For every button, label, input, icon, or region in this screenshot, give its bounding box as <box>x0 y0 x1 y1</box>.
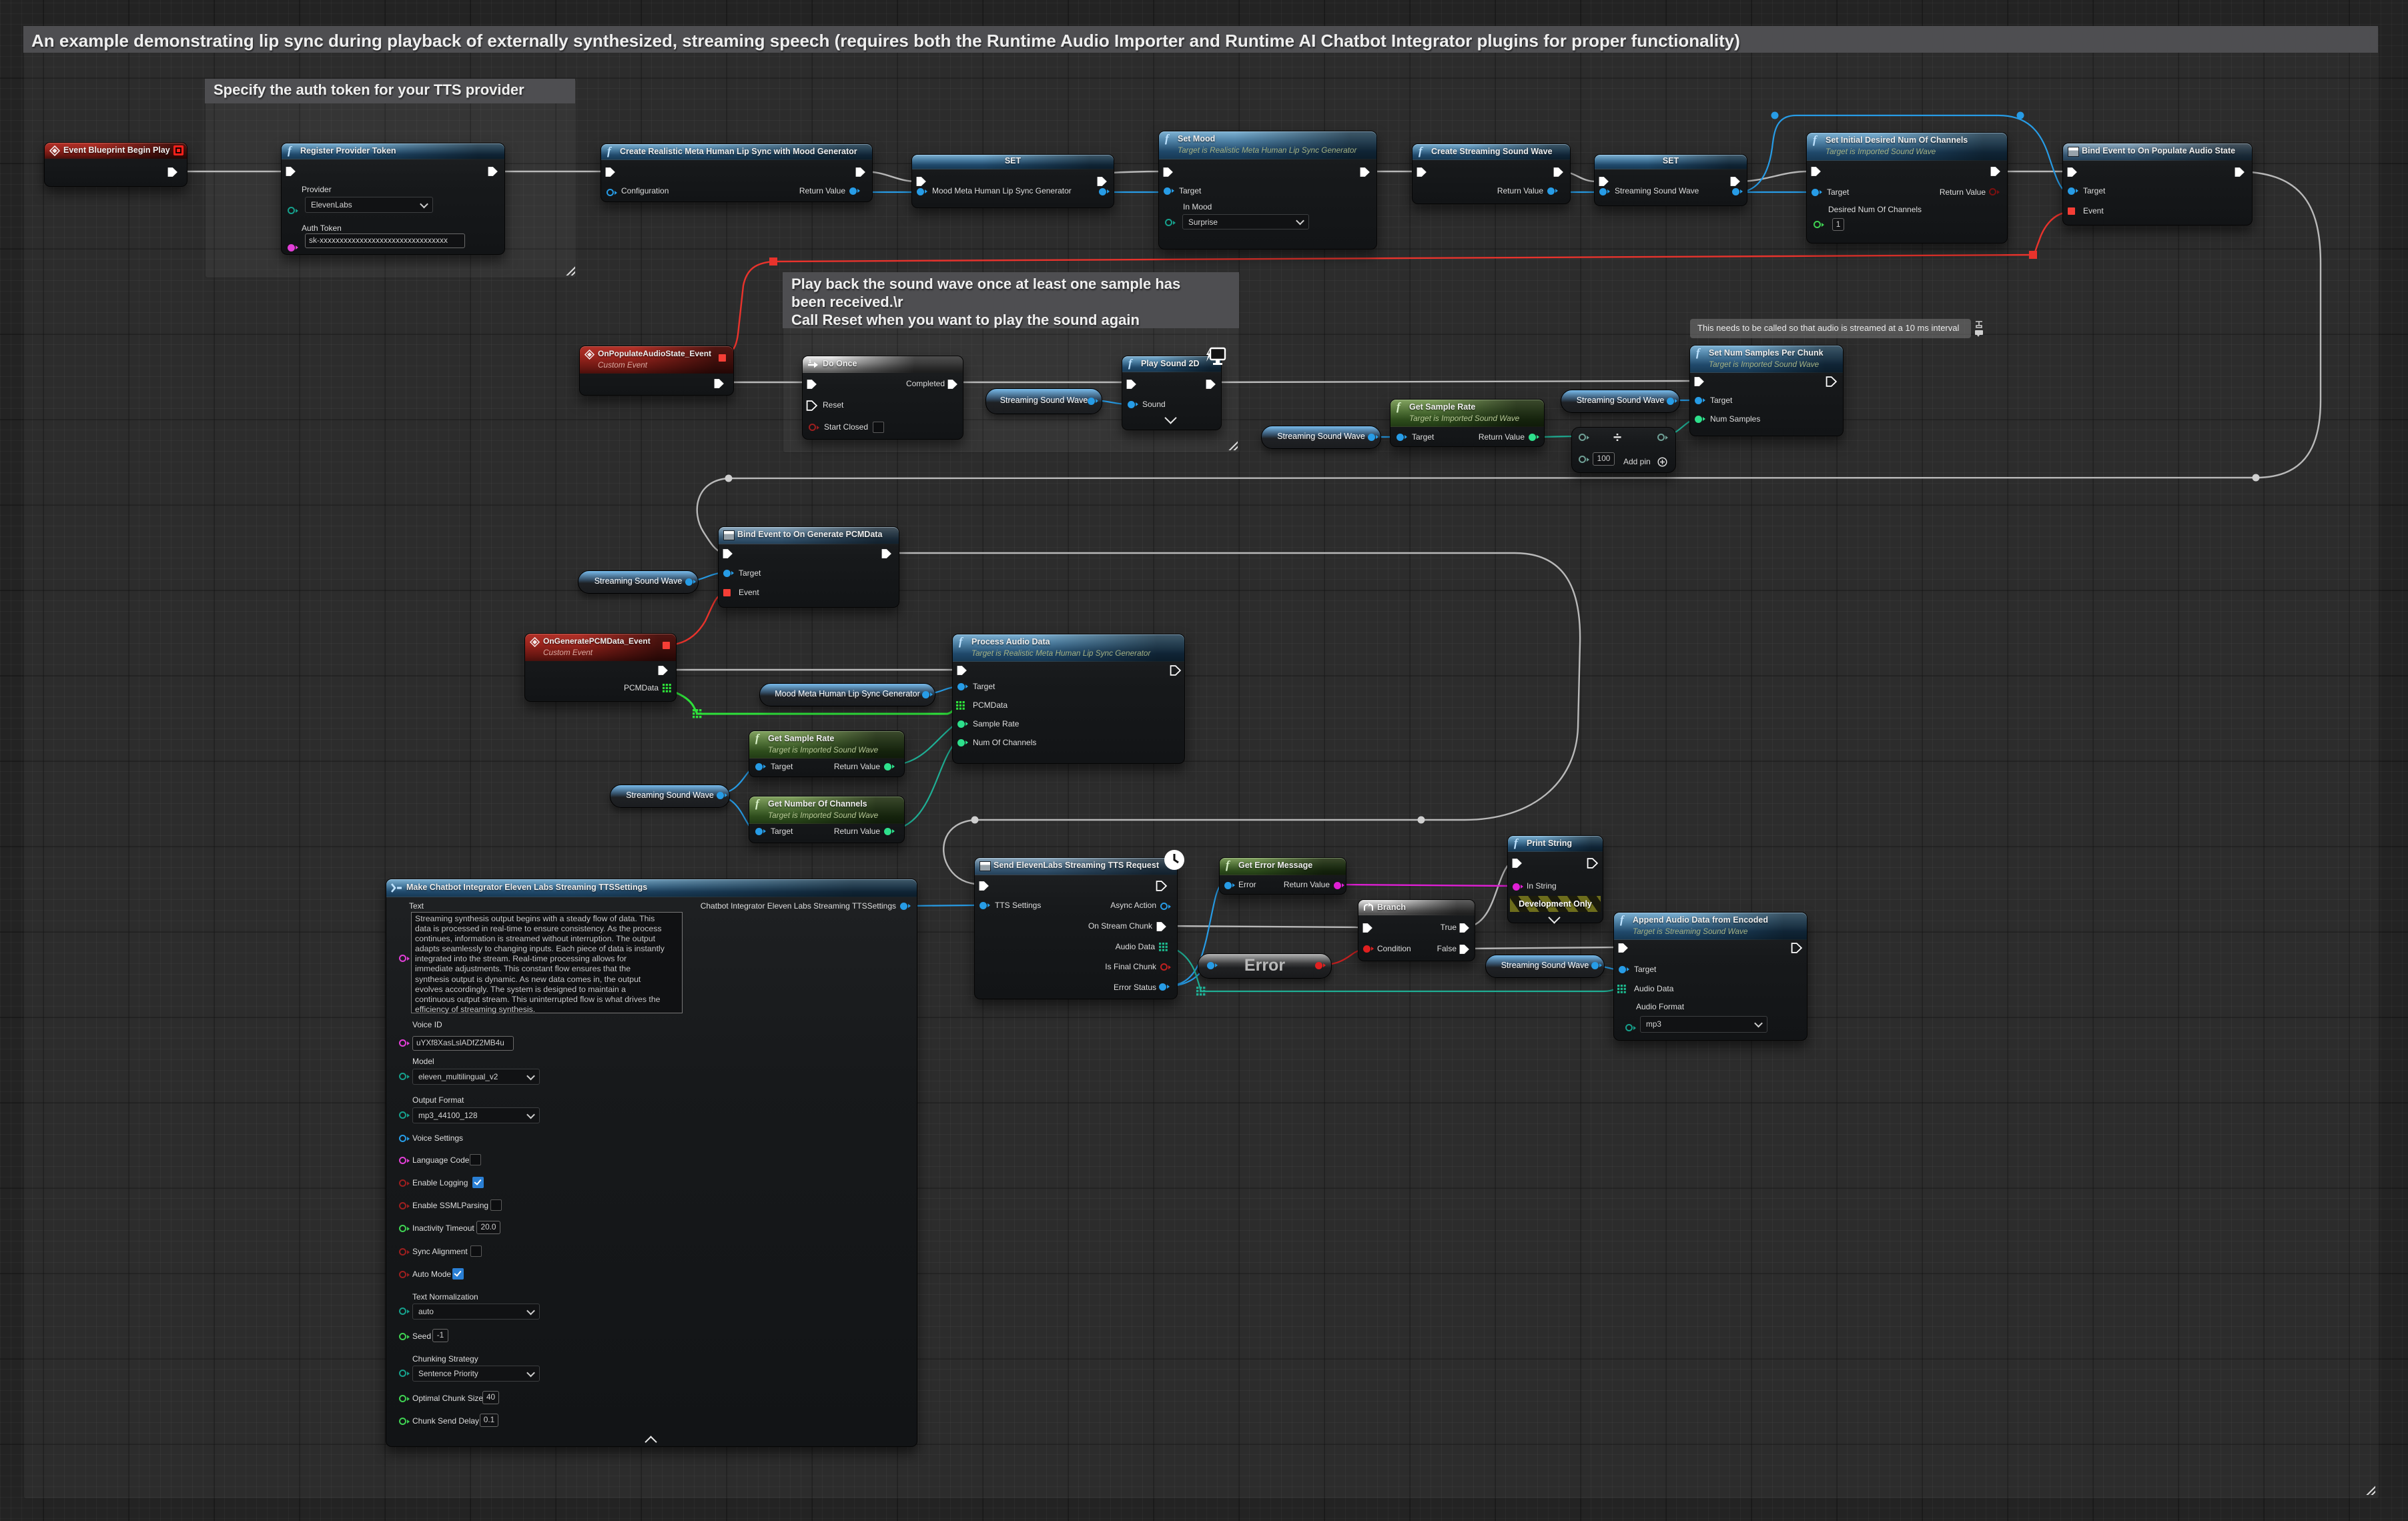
svg-text:1: 1 <box>809 360 811 364</box>
